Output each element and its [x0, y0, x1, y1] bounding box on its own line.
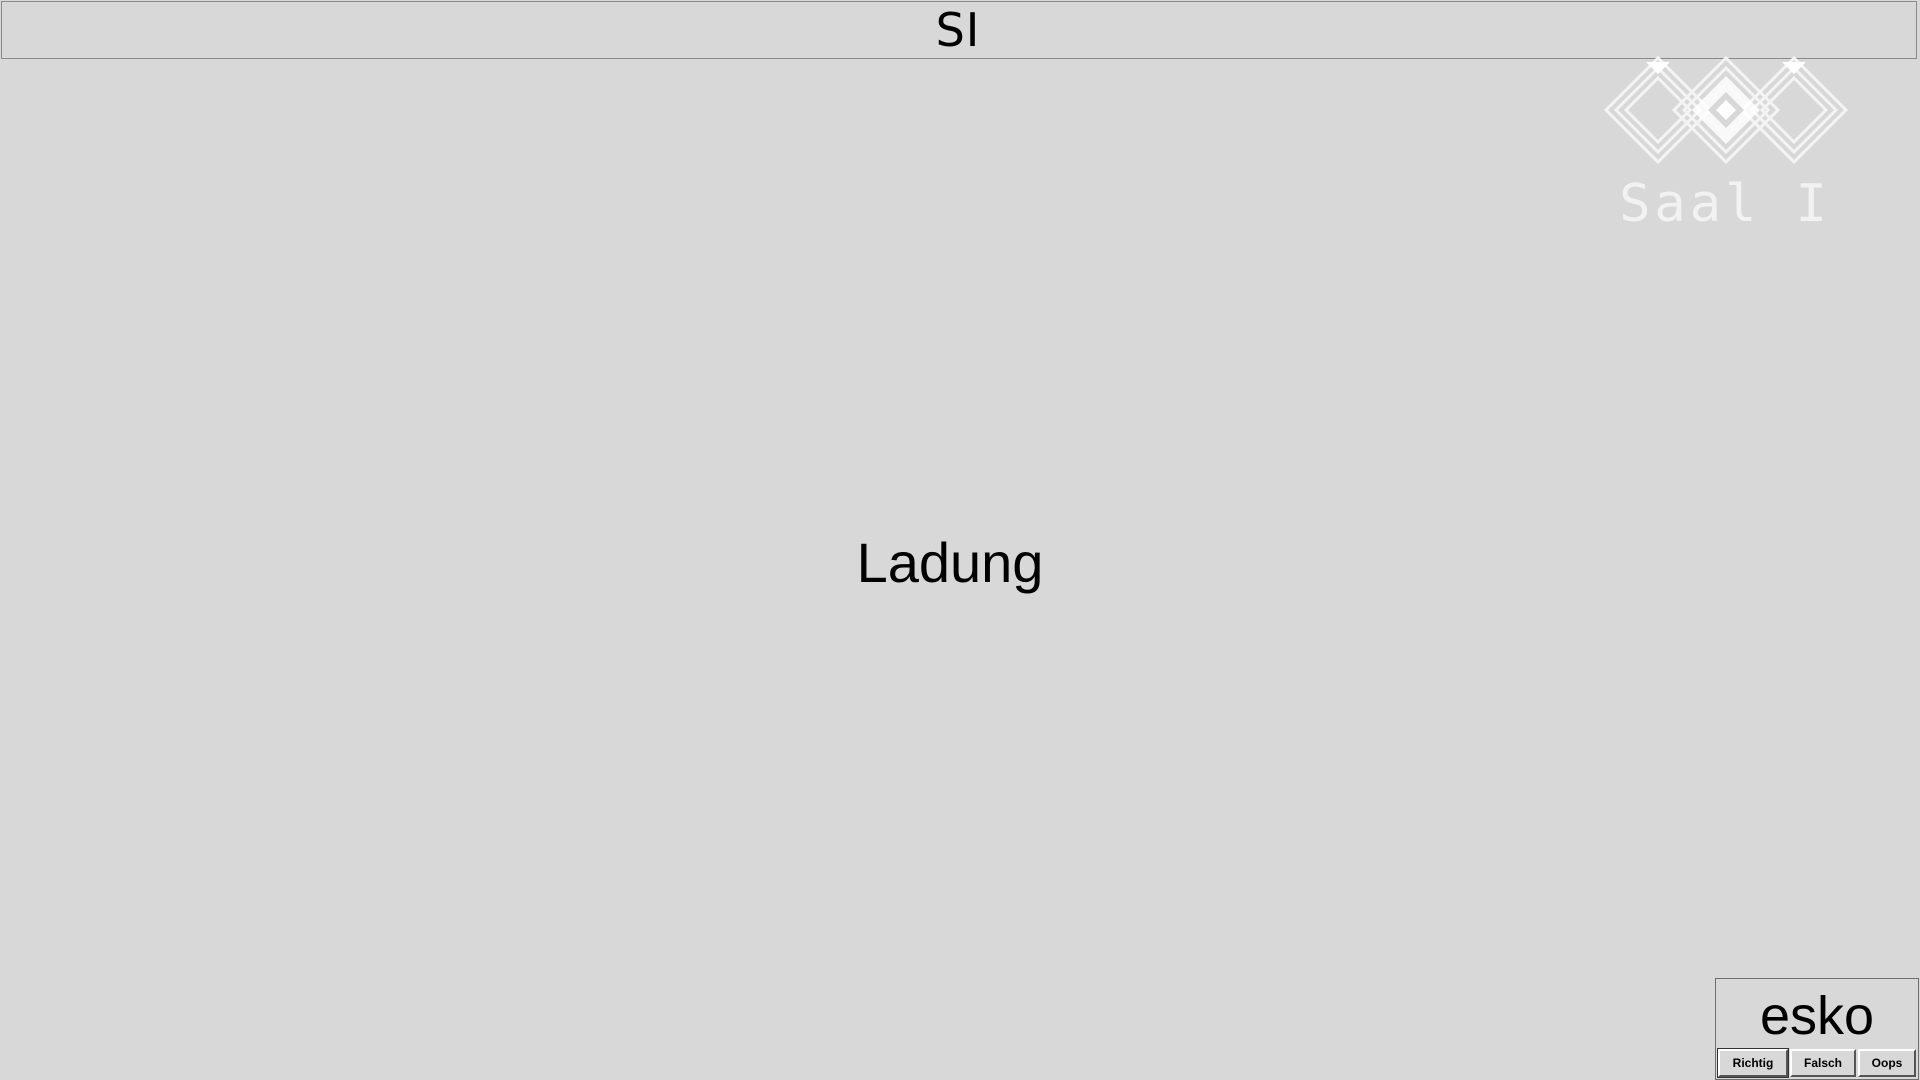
player-panel: esko Richtig Falsch Oops [1715, 978, 1919, 1080]
player-name: esko [1759, 986, 1875, 1046]
quiz-screen: SI Saal I Ladung esko Richtig Falsch Oop… [0, 0, 1920, 1080]
diamond-knot-logo-icon [1603, 55, 1849, 165]
correct-button[interactable]: Richtig [1717, 1048, 1789, 1078]
wrong-button[interactable]: Falsch [1790, 1049, 1856, 1077]
logo: Saal I [1590, 52, 1860, 242]
page-title: SI [935, 3, 981, 57]
oops-button[interactable]: Oops [1858, 1049, 1916, 1077]
title-bar: SI [1, 1, 1917, 59]
logo-label: Saal I [1619, 174, 1831, 234]
question-word: Ladung [856, 531, 1044, 594]
